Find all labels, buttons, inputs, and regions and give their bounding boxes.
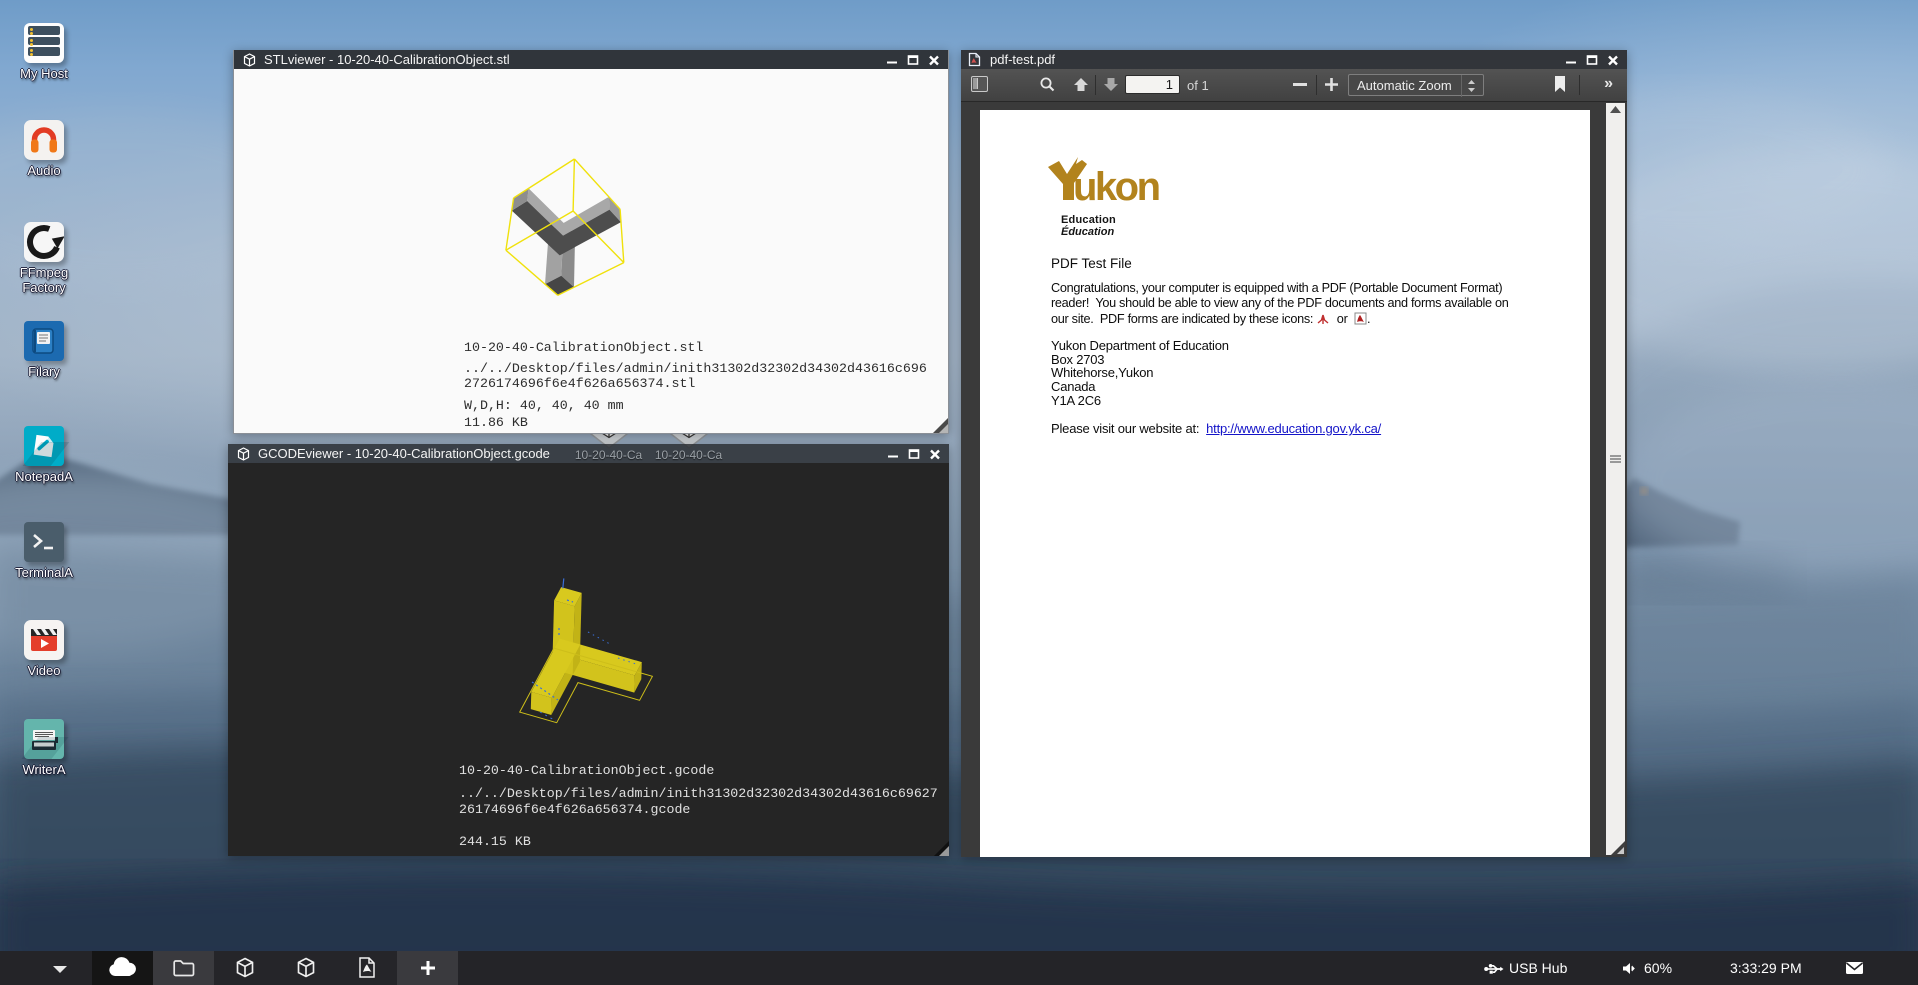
svg-text:ukon: ukon <box>1073 165 1159 209</box>
